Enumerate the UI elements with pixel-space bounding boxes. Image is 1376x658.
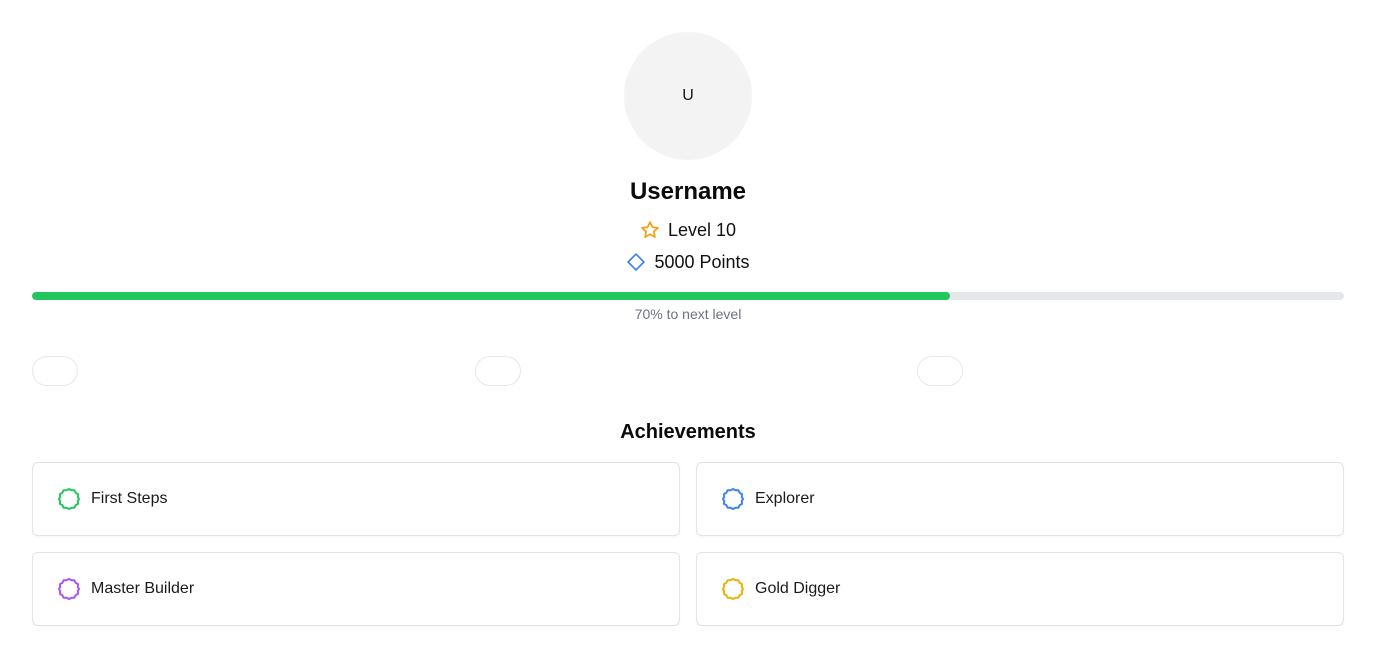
avatar: U (624, 32, 752, 160)
level-progress-fill (32, 292, 951, 300)
badge-icon (721, 487, 745, 511)
achievement-card[interactable]: First Steps (32, 462, 680, 536)
achievement-card[interactable]: Explorer (696, 462, 1344, 536)
achievements-heading: Achievements (620, 421, 756, 443)
level-display: Level 10 (0, 218, 1376, 242)
badge-icon (57, 487, 81, 511)
level-progress-bar (32, 292, 1344, 300)
stat-pill-1[interactable] (32, 356, 78, 386)
achievement-card[interactable]: Gold Digger (696, 552, 1344, 626)
achievement-label: Explorer (755, 490, 815, 507)
avatar-initial: U (682, 87, 694, 104)
badge-icon (721, 577, 745, 601)
level-label: Level 10 (667, 220, 737, 240)
achievement-label: First Steps (91, 490, 168, 507)
progress-caption: 70% to next level (634, 306, 742, 322)
points-label: 5000 Points (654, 252, 750, 272)
username-heading: Username (629, 178, 747, 205)
achievement-label: Gold Digger (755, 580, 841, 597)
diamond-icon (626, 252, 646, 272)
achievement-card[interactable]: Master Builder (32, 552, 680, 626)
star-icon (640, 220, 660, 240)
points-display: 5000 Points (0, 250, 1376, 274)
badge-icon (57, 577, 81, 601)
profile-page: U Username Level 10 5000 Points 70% to n… (0, 0, 1376, 658)
achievement-label: Master Builder (91, 580, 195, 597)
stat-pill-2[interactable] (475, 356, 521, 386)
stat-pill-3[interactable] (917, 356, 963, 386)
